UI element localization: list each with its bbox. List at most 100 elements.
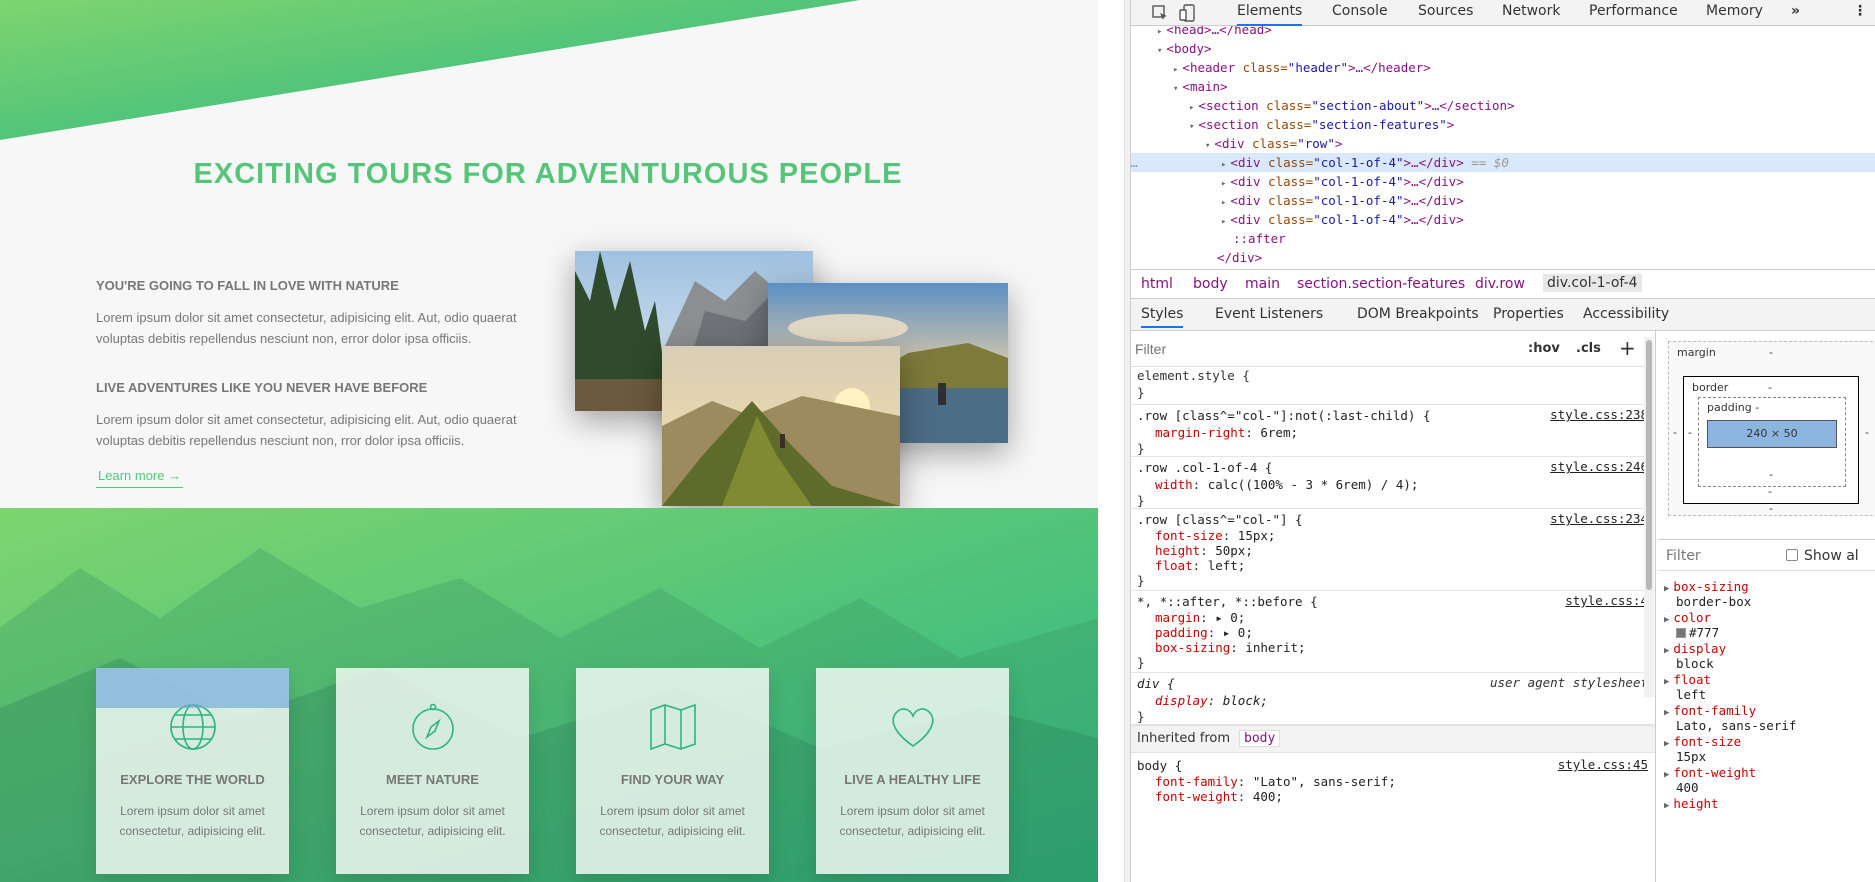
dom-node-body[interactable]: ▾ <body> [1131, 39, 1875, 58]
rule-source-link[interactable]: style.css:45 [1558, 757, 1648, 772]
computed-prop-font-size[interactable]: ▶ font-size 15px [1664, 734, 1875, 764]
rule-source-ua: user agent stylesheet [1489, 675, 1648, 690]
device-toolbar-icon[interactable] [1179, 4, 1197, 22]
rule-col-margin[interactable]: .row [class^="col-"]:not(:last-child) { … [1131, 405, 1655, 457]
declaration[interactable]: font-weight: 400; [1137, 788, 1283, 806]
dom-node-after[interactable]: ::after [1131, 229, 1875, 248]
dom-node-col-selected[interactable]: … ▸ <div class="col-1-of-4">…</div> == $0 [1131, 153, 1875, 172]
rule-col-width[interactable]: .row .col-1-of-4 { style.css:246 width: … [1131, 457, 1655, 509]
box-model-border-top[interactable]: - [1768, 381, 1772, 394]
computed-prop-float[interactable]: ▶ float left [1664, 672, 1875, 702]
dom-node-col-2[interactable]: ▸ <div class="col-1-of-4">…</div> [1131, 172, 1875, 191]
rule-col-base[interactable]: .row [class^="col-"] { style.css:234 fon… [1131, 509, 1655, 591]
features-section: EXPLORE THE WORLD Lorem ipsum dolor sit … [0, 508, 1098, 882]
box-model-diagram: margin - - - - 60 border - - - padding -… [1668, 341, 1875, 516]
computed-prop-height[interactable]: ▶ height [1664, 796, 1875, 811]
show-all-checkbox[interactable]: Show al [1786, 548, 1859, 564]
feature-title-3: FIND YOUR WAY [620, 772, 725, 787]
box-model-margin-label: margin [1677, 346, 1716, 359]
dom-node-col-4[interactable]: ▸ <div class="col-1-of-4">…</div> [1131, 210, 1875, 229]
breadcrumb-section[interactable]: section.section-features [1297, 276, 1465, 292]
feature-title-1: EXPLORE THE WORLD [120, 772, 265, 787]
tab-elements[interactable]: Elements [1237, 0, 1303, 26]
box-model-border-left[interactable]: - [1688, 426, 1692, 439]
class-toggle-button[interactable]: .cls [1576, 341, 1601, 356]
box-model-border-label: border [1692, 381, 1729, 394]
tab-performance[interactable]: Performance [1589, 0, 1678, 26]
rule-body[interactable]: body { style.css:45 font-family: "Lato",… [1131, 755, 1655, 815]
tab-memory[interactable]: Memory [1706, 0, 1763, 26]
dom-node-section-features[interactable]: ▾ <section class="section-features"> [1131, 115, 1875, 134]
tab-console[interactable]: Console [1332, 0, 1388, 26]
rule-source-link[interactable]: style.css:238 [1550, 407, 1648, 422]
rule-close: } [1137, 385, 1145, 400]
dom-node-main[interactable]: ▾ <main> [1131, 77, 1875, 96]
rule-close: } [1137, 573, 1145, 588]
rule-selector: div { [1137, 676, 1175, 691]
box-model-padding-bottom[interactable]: - [1769, 468, 1773, 481]
computed-prop-display[interactable]: ▶ display block [1664, 641, 1875, 671]
tab-accessibility[interactable]: Accessibility [1583, 306, 1669, 322]
rule-source-link[interactable]: style.css:234 [1550, 511, 1648, 526]
inherited-element-link[interactable]: body [1239, 730, 1281, 747]
breadcrumb-col[interactable]: div.col-1-of-4 [1543, 274, 1642, 292]
computed-prop-color[interactable]: ▶ color #777 [1664, 610, 1875, 640]
box-model-margin-top[interactable]: - [1769, 346, 1773, 359]
inspect-element-icon[interactable] [1151, 4, 1169, 22]
styles-pane: :hov .cls + element.style { } .row [clas… [1131, 331, 1656, 882]
dom-node-col-3[interactable]: ▸ <div class="col-1-of-4">…</div> [1131, 191, 1875, 210]
feature-box-2: MEET NATURE Lorem ipsum dolor sit amet c… [336, 668, 529, 874]
tab-properties[interactable]: Properties [1493, 306, 1564, 322]
rule-source-link[interactable]: style.css:246 [1550, 459, 1648, 474]
computed-prop-font-family[interactable]: ▶ font-family Lato, sans-serif [1664, 703, 1875, 733]
dom-node-section-about[interactable]: ▸ <section class="section-about">…</secti… [1131, 96, 1875, 115]
devtools-menu-button[interactable]: ⋮ [1853, 0, 1867, 26]
learn-more-link[interactable]: Learn more → [96, 468, 184, 488]
rule-source-link[interactable]: style.css:4 [1565, 593, 1648, 608]
breadcrumb-main[interactable]: main [1245, 276, 1280, 292]
elements-subtabs: Styles Event Listeners DOM Breakpoints P… [1131, 299, 1875, 331]
computed-prop-font-weight[interactable]: ▶ font-weight 400 [1664, 765, 1875, 795]
more-tabs-button[interactable]: » [1791, 0, 1800, 26]
computed-prop-box-sizing[interactable]: ▶ box-sizing border-box [1664, 579, 1875, 609]
tab-sources[interactable]: Sources [1418, 0, 1473, 26]
declaration[interactable]: float: left; [1137, 557, 1245, 575]
computed-filter-input[interactable]: Filter [1666, 548, 1701, 564]
declaration[interactable]: box-sizing: inherit; [1137, 639, 1306, 657]
declaration[interactable]: margin-right: 6rem; [1137, 424, 1298, 442]
hover-state-button[interactable]: :hov [1528, 341, 1560, 356]
about-paragraph-1: Lorem ipsum dolor sit amet consectetur, … [96, 310, 517, 346]
breadcrumb-row[interactable]: div.row [1475, 276, 1525, 292]
feature-text-4: Lorem ipsum dolor sit amet consectetur, … [839, 804, 986, 838]
feature-title-4: LIVE A HEALTHY LIFE [844, 772, 981, 787]
dom-node-row-close[interactable]: </div> [1131, 248, 1875, 267]
breadcrumb-html[interactable]: html [1141, 276, 1173, 292]
box-model-margin-right[interactable]: - [1865, 426, 1869, 439]
tab-network[interactable]: Network [1502, 0, 1560, 26]
tab-dom-breakpoints[interactable]: DOM Breakpoints [1357, 306, 1479, 322]
dom-node-header[interactable]: ▸ <header class="header">…</header> [1131, 58, 1875, 77]
box-model-border: border - - - padding - - 240 × 50 [1683, 376, 1859, 504]
breadcrumb-body[interactable]: body [1193, 276, 1228, 292]
dom-node-row[interactable]: ▾ <div class="row"> [1131, 134, 1875, 153]
rule-element-style[interactable]: element.style { } [1131, 367, 1655, 405]
new-rule-button[interactable]: + [1619, 336, 1636, 360]
styles-filter-input[interactable] [1135, 338, 1510, 360]
rule-user-agent-div[interactable]: div { user agent stylesheet display: blo… [1131, 673, 1655, 725]
feature-title-2: MEET NATURE [386, 772, 479, 787]
breadcrumb: html body main section.section-features … [1131, 269, 1875, 299]
box-model-margin-left[interactable]: - [1673, 426, 1677, 439]
declaration[interactable]: width: calc((100% - 3 * 6rem) / 4); [1137, 476, 1418, 494]
dom-node-head[interactable]: ▸ <head>…</head> [1131, 26, 1875, 39]
about-block-1: YOU'RE GOING TO FALL IN LOVE WITH NATURE… [96, 278, 536, 349]
box-model-content[interactable]: 240 × 50 [1707, 420, 1837, 448]
tab-event-listeners[interactable]: Event Listeners [1215, 306, 1323, 322]
declaration: display: block; [1155, 693, 1268, 708]
color-swatch[interactable] [1676, 628, 1686, 638]
devtools-tabbar: Elements Console Sources Network Perform… [1131, 0, 1875, 26]
photo-3[interactable] [662, 346, 900, 506]
styles-scrollbar-thumb[interactable] [1646, 340, 1652, 590]
rule-selector: .row .col-1-of-4 { [1137, 460, 1273, 475]
tab-styles[interactable]: Styles [1141, 306, 1184, 328]
rule-universal[interactable]: *, *::after, *::before { style.css:4 mar… [1131, 591, 1655, 673]
